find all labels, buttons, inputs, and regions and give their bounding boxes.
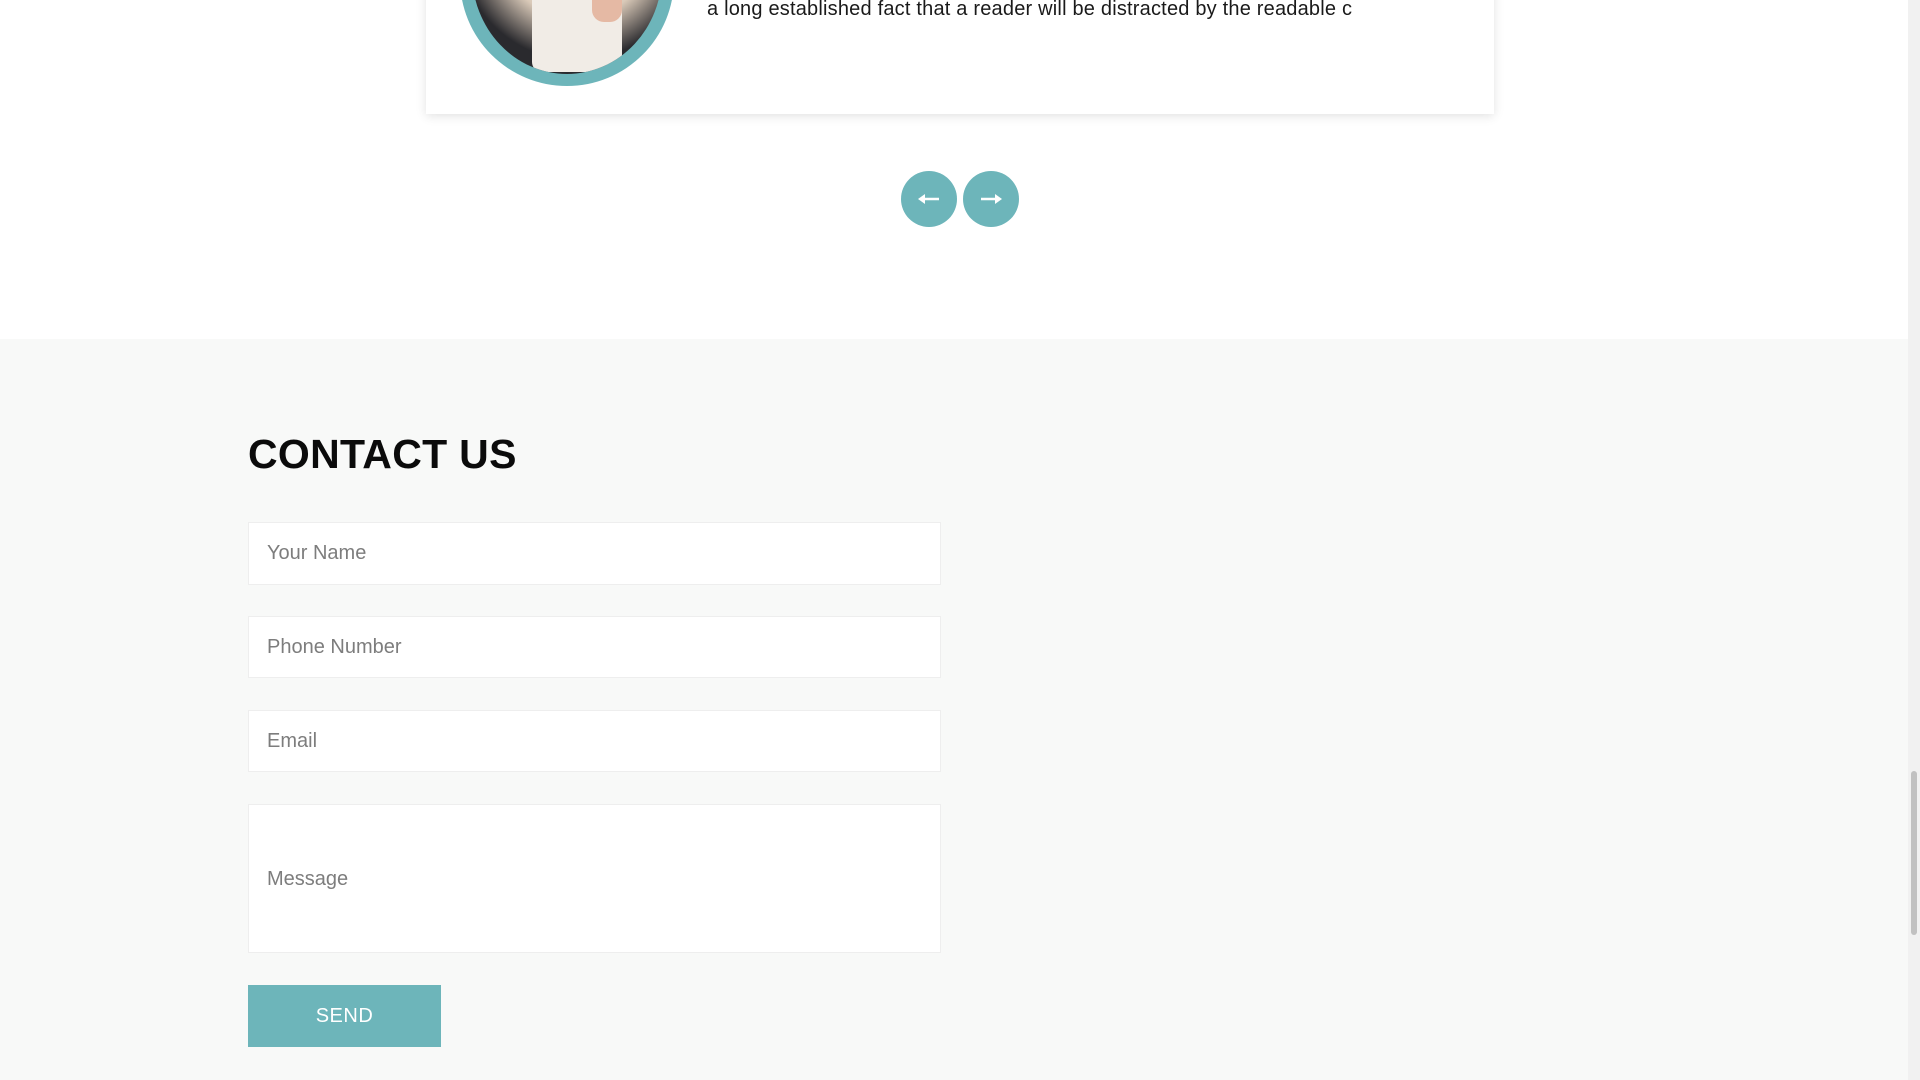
message-input[interactable] <box>248 804 941 953</box>
arrow-left-icon <box>918 193 940 205</box>
email-input[interactable] <box>248 710 941 772</box>
name-input[interactable] <box>248 522 941 585</box>
testimonial-text: a long established fact that a reader wi… <box>707 0 1353 20</box>
send-button[interactable]: SEND <box>248 985 441 1047</box>
avatar <box>460 0 674 86</box>
page: a long established fact that a reader wi… <box>0 0 1920 1080</box>
arrow-right-icon <box>980 193 1002 205</box>
contact-section: CONTACT US SEND <box>0 339 1908 1080</box>
testimonial-card: a long established fact that a reader wi… <box>426 0 1494 114</box>
avatar-photo <box>472 0 662 74</box>
carousel-controls <box>901 171 1019 227</box>
carousel-prev-button[interactable] <box>901 171 957 227</box>
testimonial-section: a long established fact that a reader wi… <box>0 0 1908 339</box>
scrollbar-thumb[interactable] <box>1911 771 1917 935</box>
page-scrollbar[interactable] <box>1908 0 1920 1080</box>
carousel-next-button[interactable] <box>963 171 1019 227</box>
phone-input[interactable] <box>248 616 941 678</box>
contact-title: CONTACT US <box>248 431 517 477</box>
